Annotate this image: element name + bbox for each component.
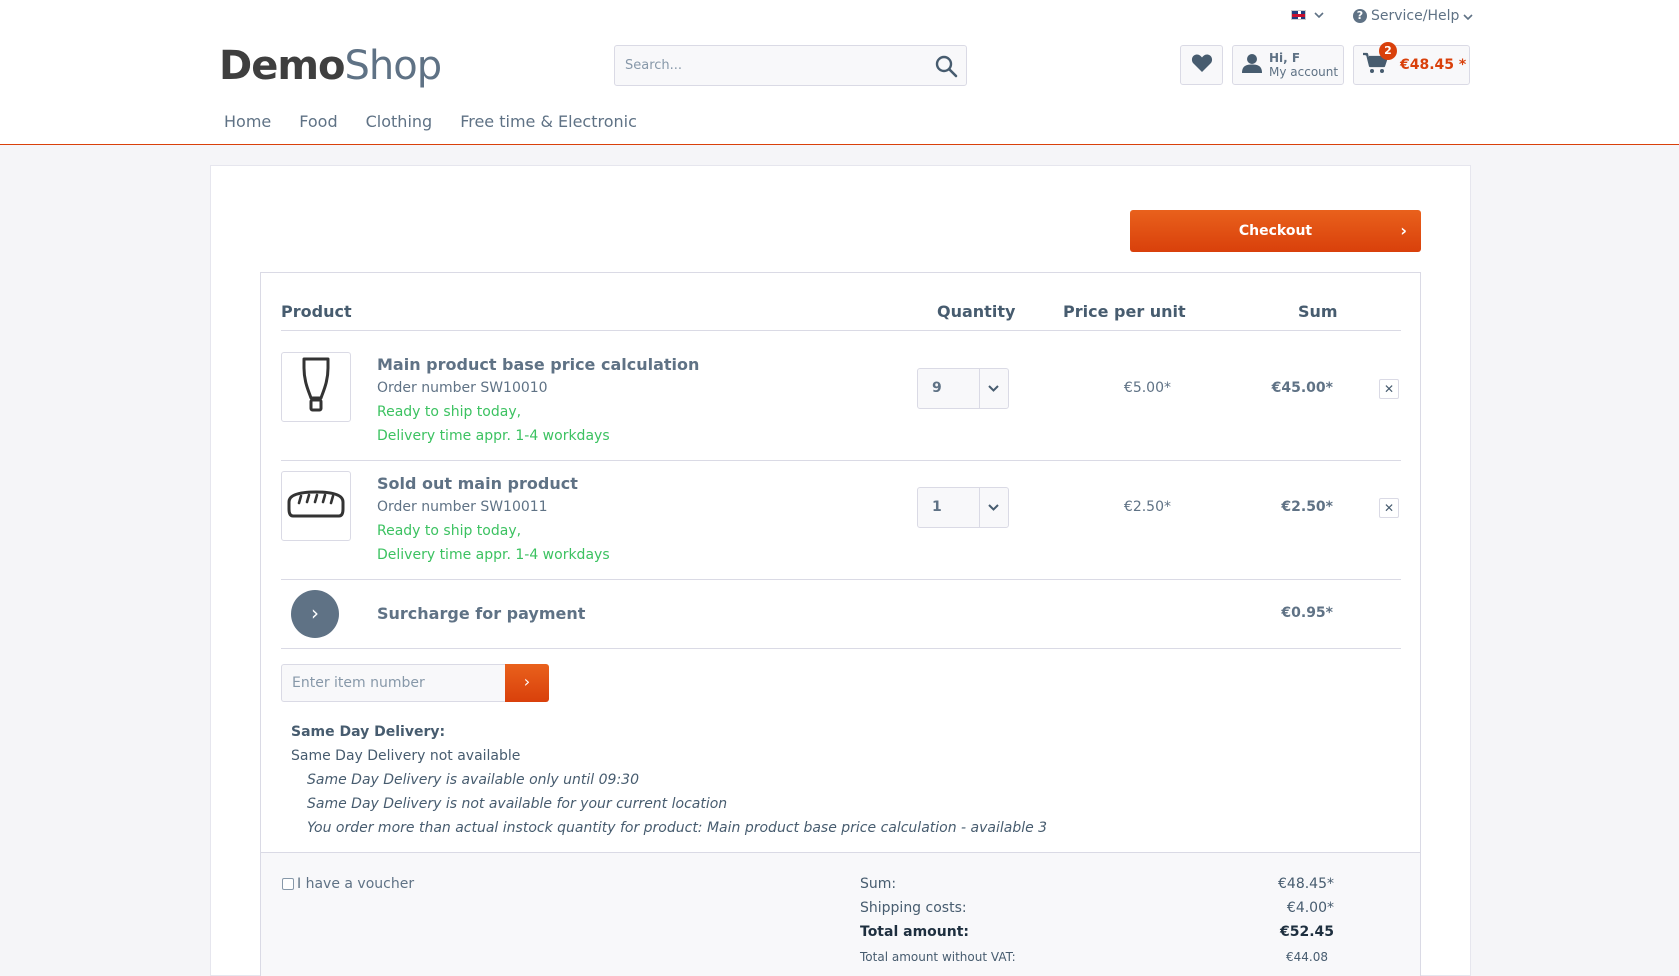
product-name[interactable]: Sold out main product [377, 474, 578, 493]
quantity-value: 1 [932, 499, 942, 515]
voucher-toggle[interactable]: I have a voucher [282, 876, 414, 892]
checkout-button[interactable]: Checkout › [1130, 210, 1421, 252]
quantity-value: 9 [932, 380, 942, 396]
remove-item-button[interactable]: ✕ [1379, 379, 1399, 399]
product-image[interactable] [281, 352, 351, 422]
same-day-note: Same Day Delivery is not available for y… [307, 796, 728, 812]
header-quantity: Quantity [937, 302, 1016, 321]
divider [281, 330, 1401, 331]
search-icon[interactable] [934, 54, 958, 78]
bread-icon [287, 489, 345, 523]
account-greeting: Hi, F [1269, 51, 1301, 65]
row-sum: €45.00* [1271, 380, 1333, 396]
cart-count-badge: 2 [1379, 42, 1397, 60]
search-box [614, 45, 967, 86]
same-day-title: Same Day Delivery: [291, 724, 446, 740]
same-day-status: Same Day Delivery not available [291, 748, 521, 764]
total-value: €52.45 [1279, 924, 1334, 940]
chevron-right-icon: › [291, 590, 339, 638]
header-product: Product [281, 302, 352, 321]
help-icon: ? [1353, 9, 1367, 23]
product-image[interactable] [281, 471, 351, 541]
voucher-checkbox[interactable] [282, 878, 294, 890]
chevron-right-icon: › [523, 672, 531, 691]
cart-amount: €48.45 * [1400, 57, 1467, 73]
unit-price: €5.00* [1123, 380, 1171, 396]
add-item-button[interactable]: › [505, 664, 549, 702]
chevron-down-icon [1463, 10, 1473, 23]
order-number: Order number SW10011 [377, 499, 548, 515]
chevron-right-icon: › [1400, 221, 1407, 240]
shipping-status: Ready to ship today, [377, 523, 522, 539]
uk-flag-icon [1291, 9, 1306, 20]
logo-text-shop: Shop [344, 43, 443, 89]
total-label: Total amount: [860, 924, 969, 940]
site-header: ? Service/Help DemoShop Hi, F My account [0, 0, 1679, 145]
unit-price: €2.50* [1123, 499, 1171, 515]
divider [281, 460, 1401, 461]
quantity-select[interactable]: 1 [917, 487, 1009, 528]
quantity-select[interactable]: 9 [917, 368, 1009, 409]
cart-button[interactable]: 2 €48.45 * [1353, 42, 1470, 85]
same-day-note: You order more than actual instock quant… [307, 820, 1048, 836]
shipping-value: €4.00* [1286, 900, 1334, 916]
item-number-input[interactable] [281, 664, 506, 702]
net-total-label: Total amount without VAT: [860, 950, 1016, 964]
sum-value: €48.45* [1278, 876, 1334, 892]
search-input[interactable] [615, 58, 915, 73]
surcharge-sum: €0.95* [1281, 605, 1333, 621]
same-day-note: Same Day Delivery is available only unti… [307, 772, 639, 788]
chevron-down-icon [1314, 8, 1324, 21]
user-icon [1241, 52, 1263, 78]
nav-item-home[interactable]: Home [210, 112, 285, 131]
delivery-time: Delivery time appr. 1-4 workdays [377, 547, 610, 563]
wishlist-button[interactable] [1180, 45, 1223, 85]
nav-item-food[interactable]: Food [285, 112, 351, 131]
net-total-value: €44.08 [1286, 950, 1328, 964]
surcharge-label: Surcharge for payment [377, 604, 586, 623]
remove-item-button[interactable]: ✕ [1379, 498, 1399, 518]
nav-item-free-time-electronic[interactable]: Free time & Electronic [446, 112, 651, 131]
shipping-label: Shipping costs: [860, 900, 967, 916]
delivery-time: Delivery time appr. 1-4 workdays [377, 428, 610, 444]
service-help-menu[interactable]: ? Service/Help [1353, 8, 1473, 24]
language-switcher[interactable] [1291, 8, 1324, 21]
sum-label: Sum: [860, 876, 897, 892]
order-number: Order number SW10010 [377, 380, 548, 396]
row-sum: €2.50* [1281, 499, 1333, 515]
shipping-status: Ready to ship today, [377, 404, 522, 420]
checkout-label: Checkout [1238, 223, 1313, 239]
account-label: My account [1269, 65, 1339, 79]
service-help-label: Service/Help [1371, 8, 1460, 24]
main-navigation: Home Food Clothing Free time & Electroni… [210, 112, 651, 131]
shop-logo[interactable]: DemoShop [219, 42, 443, 90]
header-sum: Sum [1298, 302, 1338, 321]
logo-text-demo: Demo [219, 43, 345, 89]
chevron-down-icon [978, 488, 1008, 527]
nav-item-clothing[interactable]: Clothing [352, 112, 447, 131]
account-button[interactable]: Hi, F My account [1232, 45, 1344, 85]
divider [281, 648, 1401, 649]
divider [281, 579, 1401, 580]
chevron-down-icon [978, 369, 1008, 408]
product-name[interactable]: Main product base price calculation [377, 355, 699, 374]
tube-icon [301, 356, 331, 418]
voucher-label: I have a voucher [297, 876, 415, 892]
heart-icon [1191, 53, 1213, 77]
header-price-per-unit: Price per unit [1063, 302, 1186, 321]
